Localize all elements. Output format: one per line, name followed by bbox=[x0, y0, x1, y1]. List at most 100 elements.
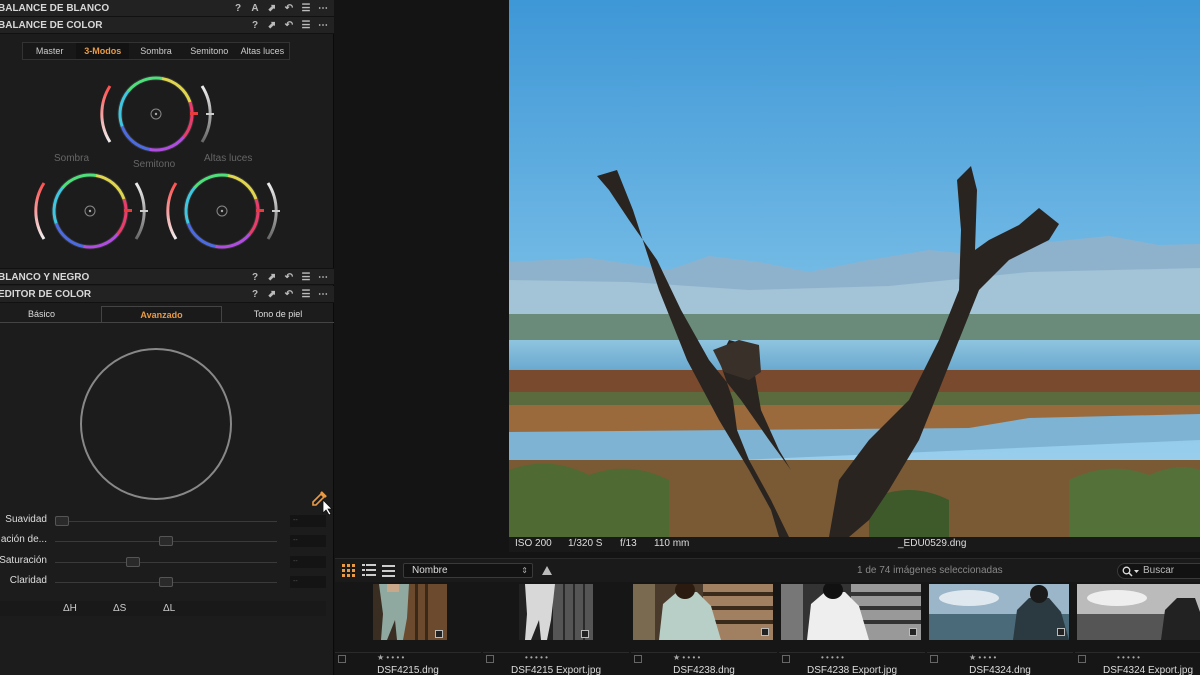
tab-avanzado[interactable]: Avanzado bbox=[101, 306, 222, 323]
slider-suavidad[interactable]: Suavidad -- bbox=[0, 514, 334, 528]
slider-value[interactable]: -- bbox=[290, 515, 326, 527]
photo-info-bar: ISO 200 1/320 S f/13 110 mm _EDU0529.dng bbox=[509, 537, 1200, 552]
thumbnail-image[interactable] bbox=[373, 584, 447, 640]
sort-direction-icon[interactable] bbox=[542, 566, 552, 575]
thumbnail-image[interactable] bbox=[519, 584, 593, 640]
grid-view-icon[interactable] bbox=[342, 564, 356, 578]
select-checkbox[interactable] bbox=[634, 655, 642, 663]
thumbnail-item[interactable]: ★ • • • • DSF4215.dng bbox=[335, 582, 481, 675]
reset-icon[interactable]: ↶ bbox=[284, 0, 294, 17]
tab-3-modos[interactable]: 3-Modos bbox=[76, 43, 130, 59]
highlights-wheel-label: Altas luces bbox=[204, 153, 253, 164]
thumbnail-item[interactable]: ★ • • • • DSF4324.dng bbox=[927, 582, 1073, 675]
star-rating[interactable]: • • • • • bbox=[821, 653, 844, 662]
search-input[interactable]: Buscar bbox=[1117, 563, 1200, 579]
star-rating[interactable]: ★ • • • • bbox=[969, 653, 996, 662]
white-balance-header[interactable]: BALANCE DE BLANCO ? A ⬈ ↶ ☰ ⋯ bbox=[0, 0, 334, 17]
star-rating[interactable]: • • • • • bbox=[525, 653, 548, 662]
color-editor-header[interactable]: EDITOR DE COLOR ? ⬈ ↶ ☰ ⋯ bbox=[0, 286, 334, 303]
slider-claridad[interactable]: Claridad -- bbox=[0, 575, 334, 589]
slider-thumb[interactable] bbox=[159, 577, 173, 587]
select-checkbox[interactable] bbox=[338, 655, 346, 663]
highlights-wheel[interactable] bbox=[166, 160, 280, 261]
slider-track[interactable] bbox=[55, 562, 277, 563]
reset-icon[interactable]: ↶ bbox=[284, 269, 294, 286]
filmstrip-view-icon[interactable] bbox=[382, 564, 396, 578]
help-icon[interactable]: ? bbox=[250, 269, 260, 286]
slider-label: Saturación bbox=[0, 555, 47, 566]
menu-icon[interactable]: ☰ bbox=[301, 269, 311, 286]
thumbnail-image[interactable] bbox=[633, 584, 773, 640]
auto-icon[interactable]: A bbox=[250, 0, 260, 17]
tab-tono-de-piel[interactable]: Tono de piel bbox=[222, 306, 334, 323]
image-viewer[interactable] bbox=[509, 0, 1200, 537]
select-checkbox[interactable] bbox=[782, 655, 790, 663]
tab-semitono[interactable]: Semitono bbox=[183, 43, 236, 59]
tab-sombra[interactable]: Sombra bbox=[129, 43, 182, 59]
thumbnail-item[interactable]: • • • • • DSF4238 Export.jpg bbox=[779, 582, 925, 675]
more-icon[interactable]: ⋯ bbox=[318, 286, 328, 303]
copy-apply-icon[interactable]: ⬈ bbox=[267, 269, 277, 286]
color-editor-wheel[interactable] bbox=[78, 346, 236, 504]
tabs-divider bbox=[0, 322, 334, 323]
star-rating[interactable]: ★ • • • • bbox=[377, 653, 404, 662]
slider-value[interactable]: -- bbox=[290, 556, 326, 568]
help-icon[interactable]: ? bbox=[250, 17, 260, 34]
menu-icon[interactable]: ☰ bbox=[301, 286, 311, 303]
thumbnail-item[interactable]: ★ • • • • DSF4238.dng bbox=[631, 582, 777, 675]
thumbnail-strip: ★ • • • • DSF4215.dng • • • • • DSF4215 … bbox=[335, 582, 1200, 675]
tab-master[interactable]: Master bbox=[23, 43, 76, 59]
help-icon[interactable]: ? bbox=[250, 286, 260, 303]
landscape-photo bbox=[509, 0, 1200, 537]
sort-value: Nombre bbox=[412, 565, 448, 576]
star-rating[interactable]: ★ • • • • bbox=[673, 653, 700, 662]
reset-icon[interactable]: ↶ bbox=[284, 286, 294, 303]
thumbnail-meta: • • • • • bbox=[1075, 652, 1200, 663]
more-icon[interactable]: ⋯ bbox=[318, 17, 328, 34]
viewer-filename: _EDU0529.dng bbox=[898, 538, 967, 549]
thumbnail-item[interactable]: • • • • • DSF4324 Export.jpg bbox=[1075, 582, 1200, 675]
delta-l: ΔL bbox=[163, 603, 176, 614]
menu-icon[interactable]: ☰ bbox=[301, 17, 311, 34]
chevron-updown-icon: ⇕ bbox=[521, 566, 528, 575]
slider-thumb[interactable] bbox=[54, 516, 69, 526]
select-checkbox[interactable] bbox=[930, 655, 938, 663]
more-icon[interactable]: ⋯ bbox=[318, 0, 328, 17]
color-picker-icon[interactable] bbox=[310, 488, 334, 516]
slider-value[interactable]: -- bbox=[290, 535, 326, 547]
copy-apply-icon[interactable]: ⬈ bbox=[267, 0, 277, 17]
sort-dropdown[interactable]: Nombre ⇕ bbox=[403, 563, 533, 578]
star-rating[interactable]: • • • • • bbox=[1117, 653, 1140, 662]
midtone-wheel[interactable] bbox=[100, 64, 214, 165]
aperture-readout: f/13 bbox=[620, 538, 637, 549]
copy-apply-icon[interactable]: ⬈ bbox=[267, 17, 277, 34]
app-window: BALANCE DE BLANCO ? A ⬈ ↶ ☰ ⋯ BALANCE DE… bbox=[0, 0, 1200, 675]
select-checkbox[interactable] bbox=[486, 655, 494, 663]
color-balance-header[interactable]: BALANCE DE COLOR ? ⬈ ↶ ☰ ⋯ bbox=[0, 17, 334, 34]
select-checkbox[interactable] bbox=[1078, 655, 1086, 663]
thumbnail-image[interactable] bbox=[781, 584, 921, 640]
black-white-title: BLANCO Y NEGRO bbox=[0, 272, 90, 283]
browser-toolbar: Nombre ⇕ 1 de 74 imágenes seleccionadas … bbox=[335, 558, 1200, 582]
edited-badge-icon bbox=[1057, 628, 1065, 636]
help-icon[interactable]: ? bbox=[233, 0, 243, 17]
slider-thumb[interactable] bbox=[159, 536, 173, 546]
thumbnail-image[interactable] bbox=[1077, 584, 1200, 640]
shadow-wheel[interactable] bbox=[34, 160, 148, 261]
slider-iluminacion[interactable]: ación de... -- bbox=[0, 534, 334, 548]
list-view-icon[interactable] bbox=[362, 564, 376, 578]
more-icon[interactable]: ⋯ bbox=[318, 269, 328, 286]
slider-value[interactable]: -- bbox=[290, 576, 326, 588]
tab-altas-luces[interactable]: Altas luces bbox=[236, 43, 289, 59]
slider-thumb[interactable] bbox=[125, 557, 140, 567]
black-white-header[interactable]: BLANCO Y NEGRO ? ⬈ ↶ ☰ ⋯ bbox=[0, 268, 334, 285]
slider-saturacion[interactable]: Saturación -- bbox=[0, 555, 334, 569]
thumbnail-image[interactable] bbox=[929, 584, 1069, 640]
thumbnail-item[interactable]: • • • • • DSF4215 Export.jpg bbox=[483, 582, 629, 675]
copy-apply-icon[interactable]: ⬈ bbox=[267, 286, 277, 303]
delta-readout: ΔH ΔS ΔL bbox=[0, 601, 326, 616]
reset-icon[interactable]: ↶ bbox=[284, 17, 294, 34]
slider-track[interactable] bbox=[55, 521, 277, 522]
menu-icon[interactable]: ☰ bbox=[301, 0, 311, 17]
tab-basico[interactable]: Básico bbox=[0, 306, 101, 323]
